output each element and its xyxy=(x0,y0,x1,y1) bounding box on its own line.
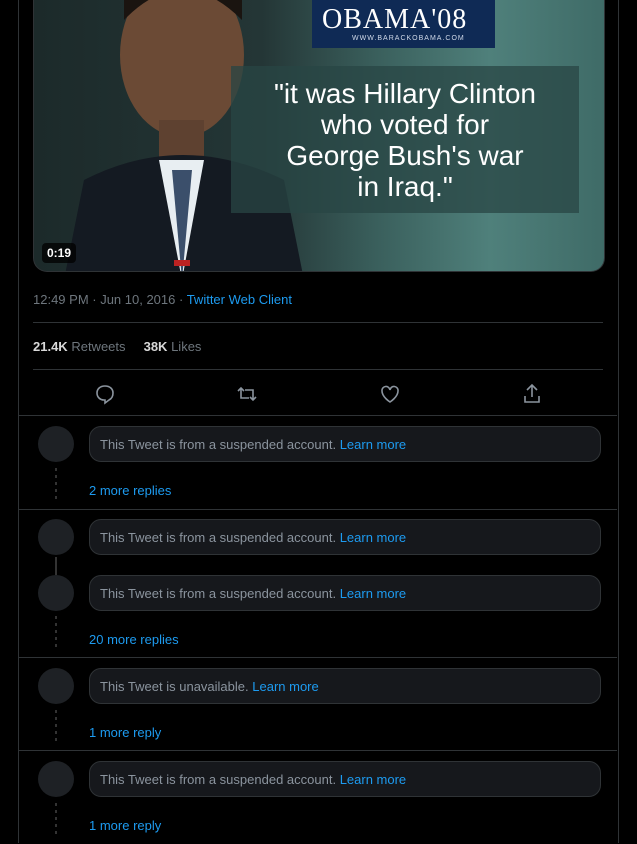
show-more-replies-link[interactable]: 20 more replies xyxy=(89,632,179,647)
thread-connector xyxy=(55,803,57,835)
quote-line: George Bush's war xyxy=(286,140,524,171)
likes-label: Likes xyxy=(171,339,202,354)
learn-more-link[interactable]: Learn more xyxy=(340,437,406,452)
video-player[interactable]: OBAMA'08 WWW.BARACKOBAMA.COM "it was Hil… xyxy=(33,0,605,272)
reply-thread: This Tweet is from a suspended account. … xyxy=(19,415,617,510)
reply-icon xyxy=(96,385,114,405)
campaign-logo: OBAMA'08 WWW.BARACKOBAMA.COM xyxy=(312,0,495,48)
learn-more-link[interactable]: Learn more xyxy=(340,772,406,787)
divider xyxy=(33,322,603,323)
tweet-client-link[interactable]: Twitter Web Client xyxy=(187,292,292,307)
quote-text: "it was Hillary Clinton who voted for Ge… xyxy=(231,78,579,202)
notice-text: This Tweet is unavailable. xyxy=(100,679,249,694)
avatar[interactable] xyxy=(38,668,74,704)
notice-text: This Tweet is from a suspended account. xyxy=(100,530,337,545)
thread-connector xyxy=(55,616,57,648)
notice-text: This Tweet is from a suspended account. xyxy=(100,586,337,601)
retweets-stat[interactable]: 21.4K Retweets xyxy=(33,339,126,354)
thread-connector xyxy=(55,557,57,575)
avatar[interactable] xyxy=(38,761,74,797)
likes-stat[interactable]: 38K Likes xyxy=(144,339,202,354)
learn-more-link[interactable]: Learn more xyxy=(340,586,406,601)
unavailable-tweet-notice: This Tweet is from a suspended account. … xyxy=(89,575,601,611)
reply-thread: This Tweet is from a suspended account. … xyxy=(19,750,617,844)
logo-url: WWW.BARACKOBAMA.COM xyxy=(352,35,465,42)
quote-overlay: "it was Hillary Clinton who voted for Ge… xyxy=(231,66,579,213)
tweet-actions xyxy=(33,380,603,408)
learn-more-link[interactable]: Learn more xyxy=(340,530,406,545)
unavailable-tweet-notice: This Tweet is unavailable. Learn more xyxy=(89,668,601,704)
unavailable-tweet-notice: This Tweet is from a suspended account. … xyxy=(89,426,601,462)
retweets-count: 21.4K xyxy=(33,339,68,354)
avatar[interactable] xyxy=(38,426,74,462)
reply-button[interactable] xyxy=(91,380,119,408)
video-duration-badge: 0:19 xyxy=(42,243,77,263)
likes-count: 38K xyxy=(143,339,168,354)
share-icon xyxy=(524,383,540,403)
reply-thread: This Tweet is from a suspended account. … xyxy=(19,509,617,658)
thread-connector xyxy=(55,710,57,742)
show-more-replies-link[interactable]: 1 more reply xyxy=(89,818,161,833)
quote-line: "it was Hillary Clinton xyxy=(273,78,536,109)
tweet-timestamp: 12:49 PM · Jun 10, 2016 · Twitter Web Cl… xyxy=(33,292,292,307)
quote-line: who voted for xyxy=(320,109,490,140)
avatar[interactable] xyxy=(38,575,74,611)
share-button[interactable] xyxy=(518,380,546,408)
logo-text: OBAMA'08 xyxy=(322,4,468,35)
show-more-replies-link[interactable]: 2 more replies xyxy=(89,483,171,498)
unavailable-tweet-notice: This Tweet is from a suspended account. … xyxy=(89,761,601,797)
show-more-replies-link[interactable]: 1 more reply xyxy=(89,725,161,740)
quote-line: in Iraq." xyxy=(357,171,453,202)
learn-more-link[interactable]: Learn more xyxy=(252,679,318,694)
tweet-date[interactable]: 12:49 PM · Jun 10, 2016 · xyxy=(33,292,187,307)
thread-connector xyxy=(55,468,57,500)
like-button[interactable] xyxy=(376,380,404,408)
unavailable-tweet-notice: This Tweet is from a suspended account. … xyxy=(89,519,601,555)
like-icon xyxy=(381,385,399,403)
reply-thread: This Tweet is unavailable. Learn more 1 … xyxy=(19,657,617,751)
tweet-stats: 21.4K Retweets 38K Likes xyxy=(33,339,201,354)
divider xyxy=(33,369,603,370)
avatar[interactable] xyxy=(38,519,74,555)
retweet-icon xyxy=(237,386,257,402)
notice-text: This Tweet is from a suspended account. xyxy=(100,437,337,452)
retweet-button[interactable] xyxy=(233,380,261,408)
notice-text: This Tweet is from a suspended account. xyxy=(100,772,337,787)
retweets-label: Retweets xyxy=(71,339,126,354)
